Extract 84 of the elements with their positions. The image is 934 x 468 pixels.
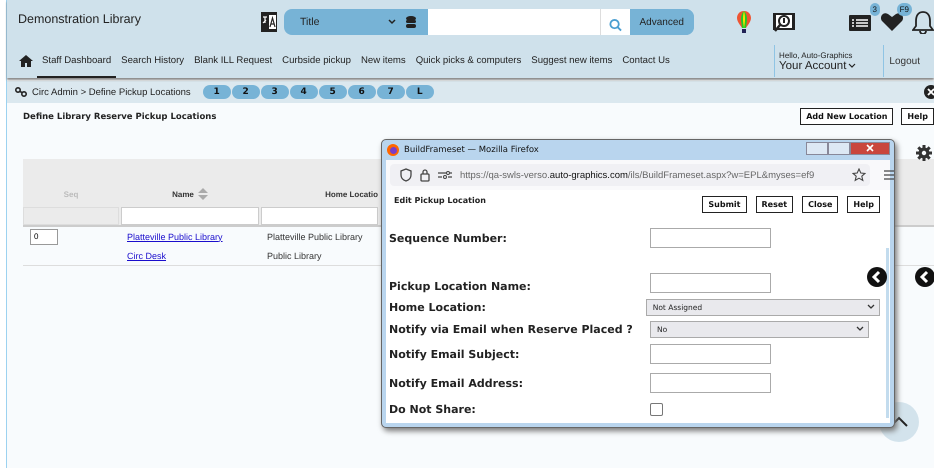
page-button[interactable]: 5 — [318, 85, 347, 99]
text-field[interactable] — [650, 373, 771, 393]
text-field[interactable] — [650, 228, 771, 248]
field-label: Notify Email Address: — [389, 376, 524, 390]
nav-link[interactable]: New items — [356, 44, 411, 78]
scrollbar[interactable] — [886, 248, 889, 418]
close-icon — [866, 144, 874, 152]
field-label: Notify via Email when Reserve Placed ? — [389, 322, 634, 336]
location-link[interactable]: Platteville Public Library — [121, 232, 223, 242]
library-name: Demonstration Library — [18, 12, 142, 26]
field-label: Do Not Share: — [389, 402, 477, 416]
home-icon[interactable] — [19, 55, 33, 67]
field-label: Home Location: — [389, 300, 487, 314]
field-label: Notify Email Subject: — [389, 348, 520, 360]
nav-link[interactable]: Quick picks & computers — [410, 44, 526, 78]
toolbar-button[interactable]: Help — [901, 108, 934, 125]
minimize-button[interactable] — [806, 142, 828, 154]
location-link[interactable]: Circ Desk — [121, 250, 166, 260]
sliders-icon — [438, 170, 452, 180]
form-button[interactable]: Close — [802, 196, 838, 213]
chevron-down-icon — [867, 304, 875, 310]
page-button[interactable]: 7 — [376, 85, 405, 99]
link-icon — [15, 87, 27, 97]
maximize-button[interactable] — [828, 142, 850, 154]
back-icon[interactable] — [915, 267, 934, 287]
column-header[interactable]: Home Locatio — [325, 190, 378, 198]
filter-field[interactable] — [121, 207, 259, 225]
url-text: https://qa-swls-verso.auto-graphics.com/ils/BuildFrameset.aspx?w=EPL&myses=ef9 — [460, 170, 816, 180]
table-cell-text: Platteville Public Library — [266, 232, 363, 242]
breadcrumb-text: Circ Admin > Define Pickup Locations — [32, 86, 191, 98]
account-menu[interactable]: Your Account — [779, 60, 856, 72]
form-button[interactable]: Help — [847, 196, 880, 213]
window-title: BuildFrameset — Mozilla Firefox — [404, 145, 539, 155]
sequence-field[interactable]: 0 — [30, 228, 58, 244]
list-icon[interactable] — [848, 12, 872, 32]
chevron-down-icon — [848, 62, 856, 68]
form-button[interactable]: Reset — [756, 196, 794, 213]
browser-logo-icon — [387, 144, 399, 156]
address-bar[interactable]: https://qa-swls-verso.auto-graphics.com/ils/BuildFrameset.aspx?w=EPL&myses=ef9 — [390, 164, 870, 186]
page-button[interactable]: 6 — [348, 85, 376, 99]
film-search-icon[interactable] — [772, 10, 796, 34]
text-field[interactable] — [650, 344, 771, 364]
close-icon[interactable] — [924, 85, 934, 99]
logout-link[interactable]: Logout — [889, 56, 920, 66]
page-button[interactable]: 4 — [290, 85, 318, 99]
bell-icon[interactable] — [912, 10, 934, 34]
shield-icon — [400, 168, 412, 182]
nav-link[interactable]: Curbside pickup — [277, 44, 356, 78]
chevron-down-icon — [388, 19, 396, 25]
form-title: Edit Pickup Location — [394, 196, 486, 205]
menu-icon[interactable] — [884, 170, 894, 180]
checkbox[interactable] — [650, 402, 663, 416]
lock-icon — [420, 168, 430, 182]
balloon-icon[interactable] — [736, 10, 752, 34]
nav-link[interactable]: Search History — [116, 44, 190, 78]
form-button[interactable]: Submit — [702, 196, 746, 213]
close-button[interactable] — [850, 142, 890, 154]
field-label: Pickup Location Name: — [389, 280, 532, 293]
page-button[interactable]: 3 — [260, 85, 289, 99]
column-header[interactable]: Name — [172, 190, 194, 198]
search-type-dropdown[interactable]: Title — [284, 16, 406, 28]
heart-icon[interactable] — [880, 12, 904, 32]
chevron-down-icon — [856, 326, 864, 332]
nav-link[interactable]: Blank ILL Request — [189, 44, 278, 78]
greeting-text: Hello, Auto-Graphics — [779, 50, 854, 60]
nav-link[interactable]: Contact Us — [617, 44, 675, 78]
toolbar-button[interactable]: Add New Location — [800, 108, 894, 125]
field-label: Sequence Number: — [389, 232, 508, 244]
nav-link[interactable]: Staff Dashboard — [37, 44, 116, 78]
table-cell-text: Public Library — [266, 250, 322, 260]
page-button[interactable]: 2 — [232, 85, 260, 99]
page-button[interactable]: 1 — [202, 85, 231, 99]
search-field[interactable] — [428, 9, 600, 35]
page-title: Define Library Reserve Pickup Locations — [23, 112, 216, 122]
page-button[interactable]: L — [406, 85, 434, 99]
text-field[interactable] — [650, 273, 771, 293]
count-badge: 3 — [870, 3, 880, 16]
translate-icon[interactable] — [260, 11, 278, 33]
database-icon[interactable] — [406, 16, 416, 28]
filter-field[interactable] — [261, 207, 378, 225]
search-icon[interactable] — [600, 9, 630, 35]
count-badge: F9 — [896, 3, 912, 16]
nav-link[interactable]: Suggest new items — [526, 44, 618, 78]
star-icon[interactable] — [852, 168, 866, 182]
